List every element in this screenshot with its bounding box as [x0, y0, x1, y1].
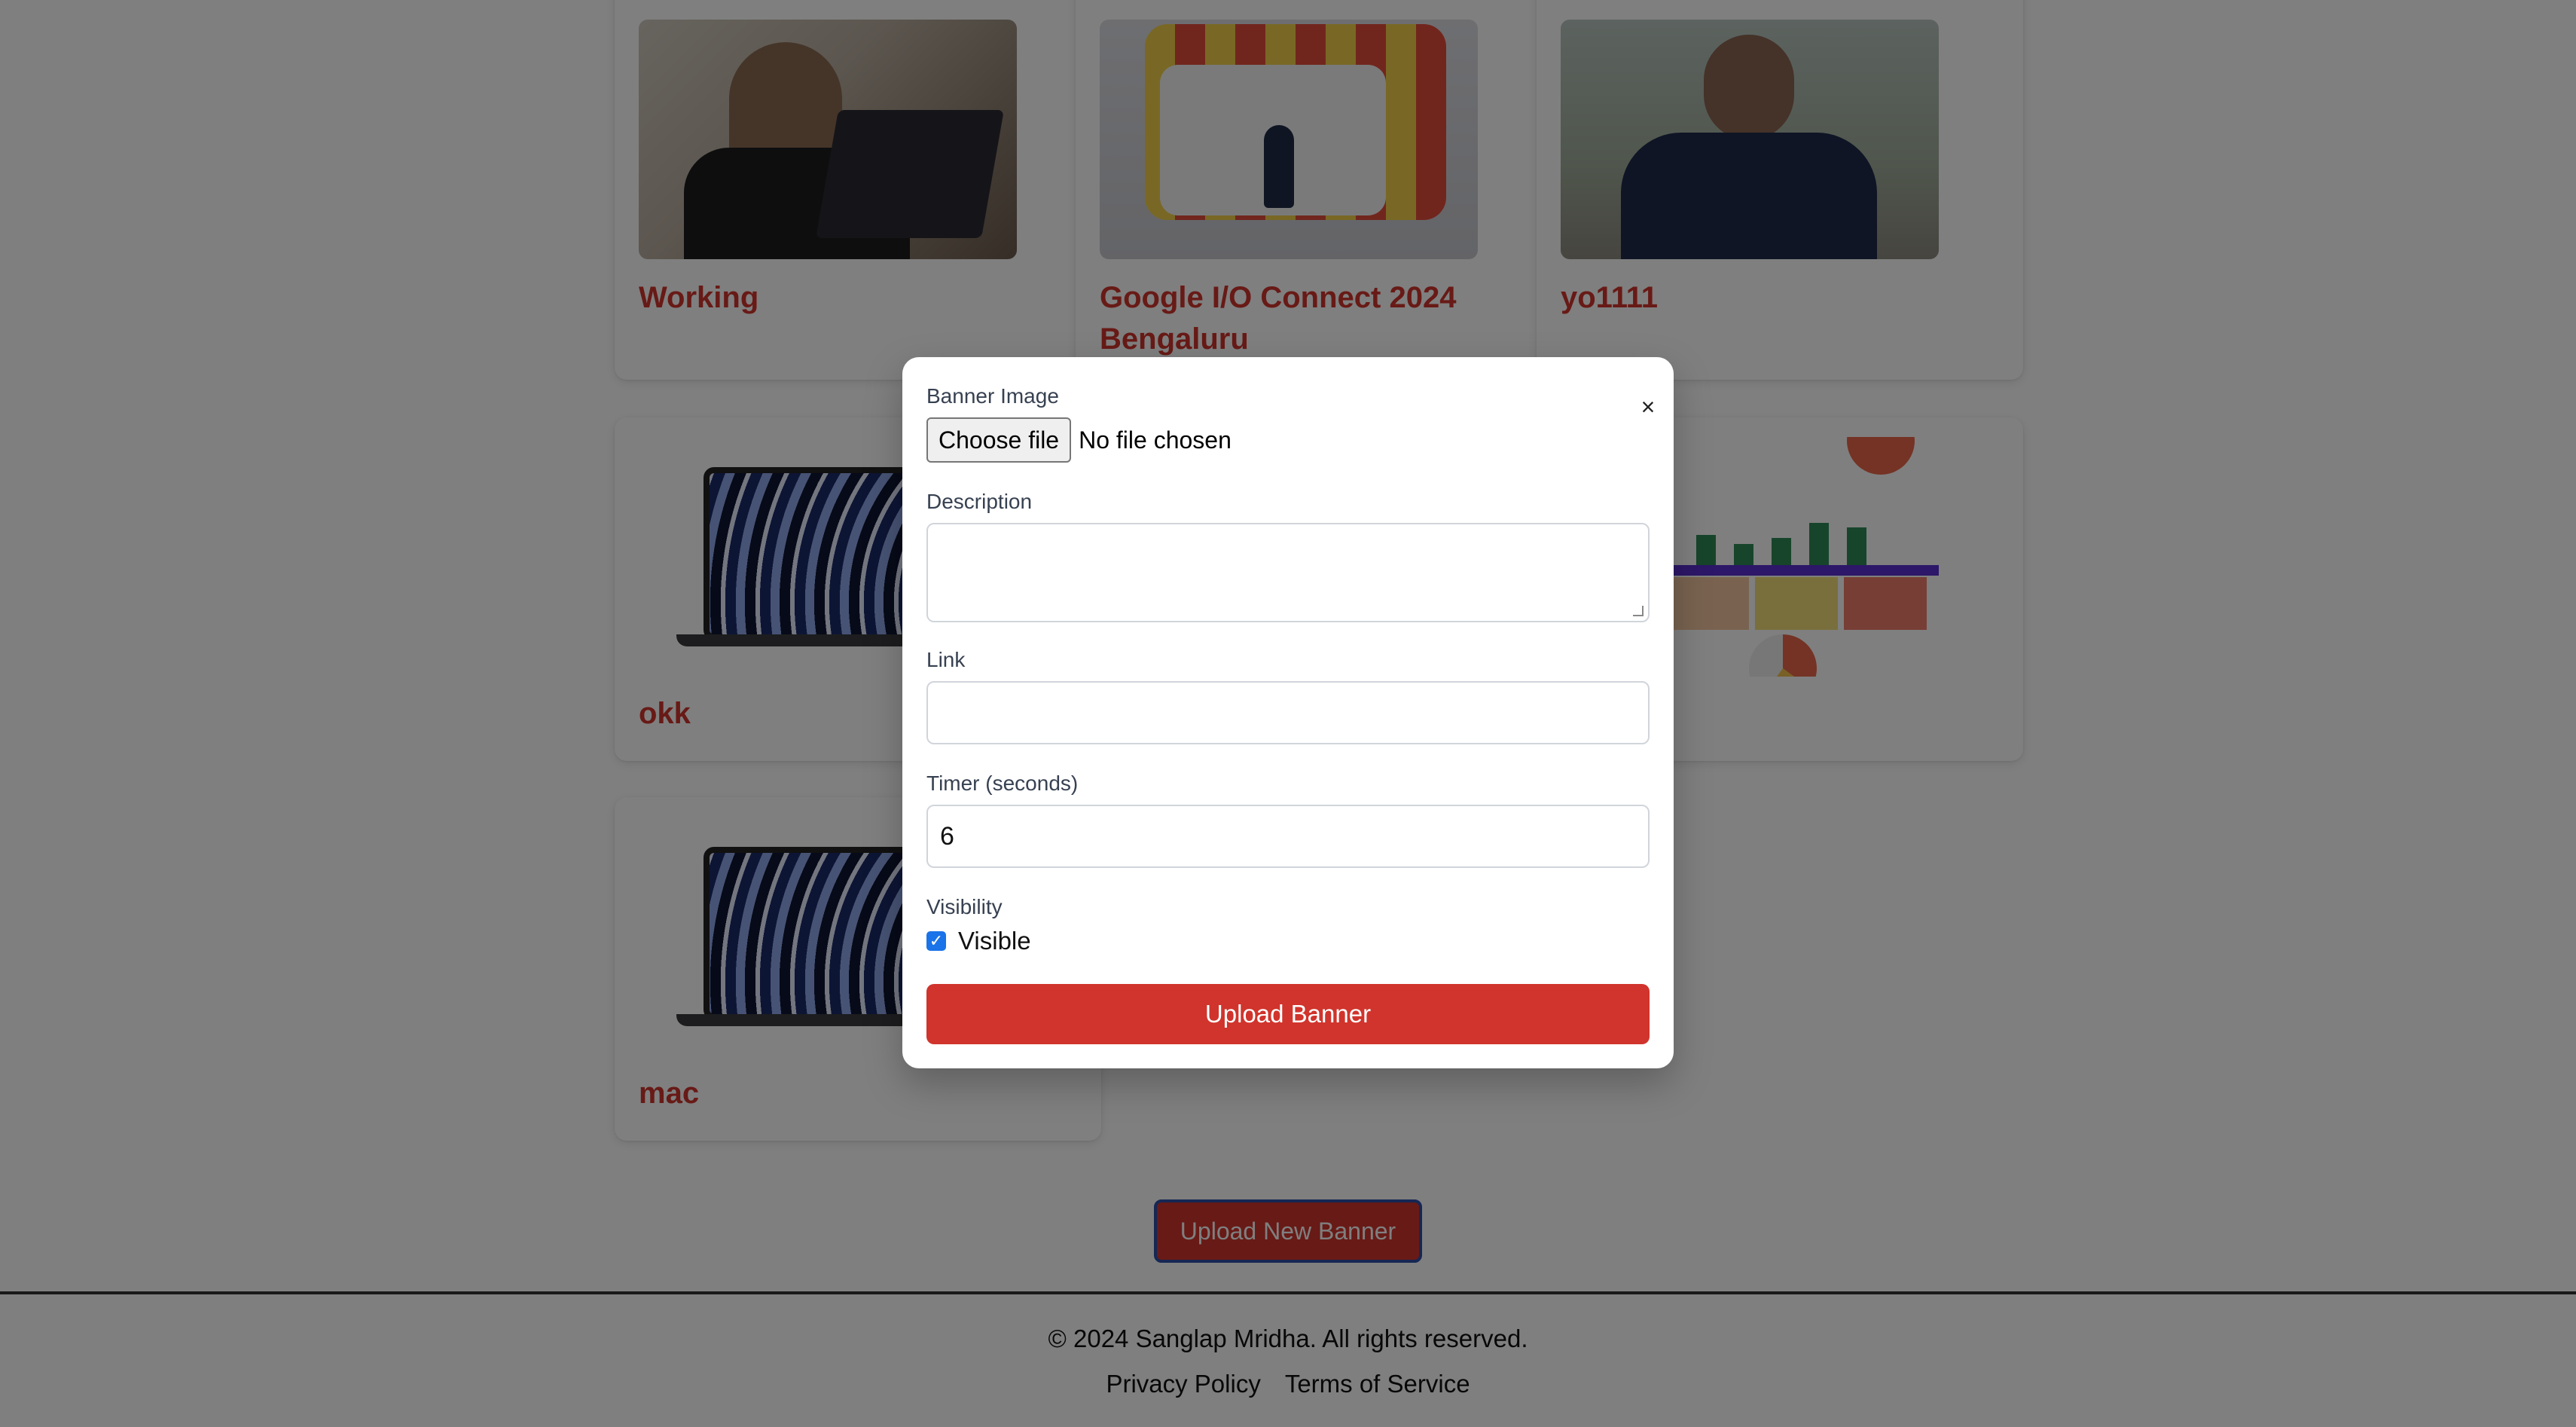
description-textarea[interactable] [926, 523, 1650, 622]
description-label: Description [926, 490, 1033, 513]
link-label: Link [926, 648, 966, 671]
link-input[interactable] [926, 681, 1650, 744]
upload-banner-button[interactable]: Upload Banner [926, 984, 1650, 1044]
upload-banner-modal: × Banner Image Choose file No file chose… [902, 357, 1674, 1068]
visible-checkbox[interactable]: ✓ [926, 931, 946, 951]
file-status-text: No file chosen [1079, 426, 1232, 454]
banner-image-file-input[interactable]: Choose file No file chosen [926, 417, 1232, 463]
timer-label: Timer (seconds) [926, 772, 1079, 795]
choose-file-button[interactable]: Choose file [926, 417, 1072, 463]
visibility-label: Visibility [926, 895, 1003, 918]
banner-image-label: Banner Image [926, 384, 1059, 408]
resize-handle-icon[interactable] [1633, 606, 1644, 616]
timer-input[interactable]: 6 [926, 805, 1650, 868]
visible-checkbox-label[interactable]: Visible [958, 927, 1031, 955]
close-icon[interactable]: × [1633, 392, 1663, 422]
visible-checkbox-row[interactable]: ✓ Visible [926, 927, 1031, 955]
